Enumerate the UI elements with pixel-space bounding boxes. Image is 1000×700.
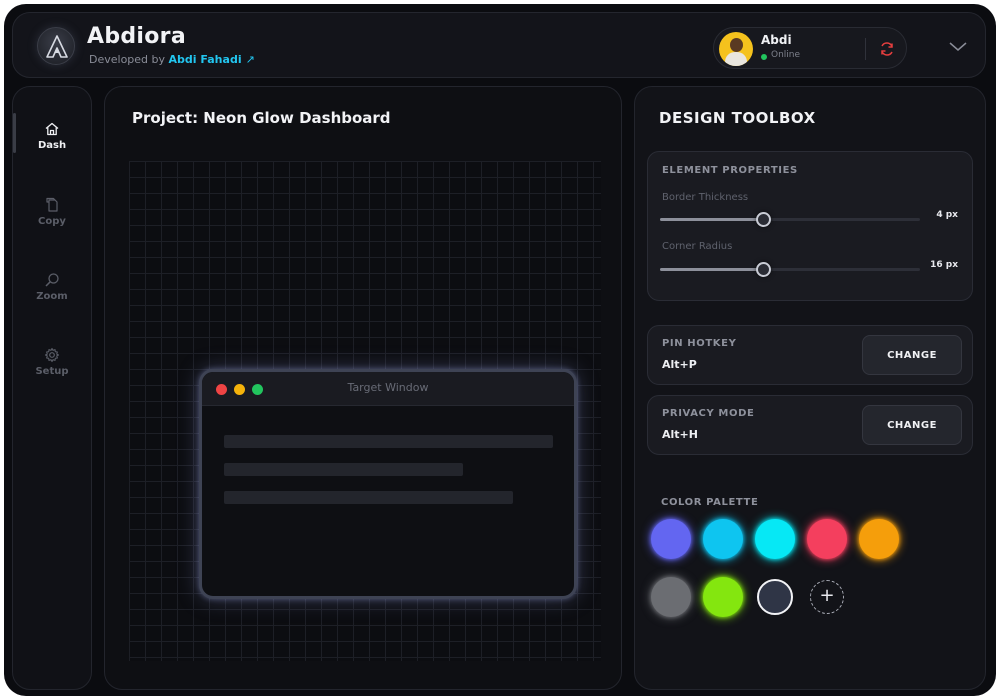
divider xyxy=(865,38,866,60)
color-swatch[interactable] xyxy=(703,519,743,559)
change-pin-hotkey-button[interactable]: CHANGE xyxy=(862,335,962,375)
privacy-hotkey-value: Alt+H xyxy=(662,428,698,441)
pin-hotkey-card: PIN HOTKEY Alt+P CHANGE xyxy=(647,325,973,385)
target-window-preview[interactable]: Target Window xyxy=(199,369,577,599)
developer-link[interactable]: Abdi Fahadi xyxy=(169,53,242,66)
border-thickness-value: 4 px xyxy=(936,210,958,220)
search-icon xyxy=(45,273,59,287)
home-icon xyxy=(45,122,59,136)
add-color-button[interactable]: + xyxy=(810,580,844,614)
card-heading: ELEMENT PROPERTIES xyxy=(662,165,798,176)
sidebar-item-label: Zoom xyxy=(36,291,68,302)
change-privacy-hotkey-button[interactable]: CHANGE xyxy=(862,405,962,445)
placeholder-line xyxy=(224,435,553,448)
sidebar-item-zoom[interactable]: Zoom xyxy=(13,272,91,322)
slider-label: Border Thickness xyxy=(662,192,749,203)
sidebar-item-label: Dash xyxy=(37,140,67,151)
element-properties-card: ELEMENT PROPERTIES Border Thickness 4 px… xyxy=(647,151,973,301)
design-canvas-grid[interactable]: Target Window xyxy=(129,161,601,661)
user-name: Abdi xyxy=(761,33,792,47)
placeholder-line xyxy=(224,491,513,504)
user-profile-pill[interactable]: Abdi Online xyxy=(713,27,907,69)
color-swatch[interactable] xyxy=(859,519,899,559)
refresh-icon[interactable] xyxy=(878,40,896,58)
color-swatch[interactable] xyxy=(651,519,691,559)
privacy-mode-card: PRIVACY MODE Alt+H CHANGE xyxy=(647,395,973,455)
avatar xyxy=(719,32,753,66)
copy-icon xyxy=(46,197,58,212)
external-link-icon[interactable]: ↗ xyxy=(246,53,255,66)
canvas-panel: Project: Neon Glow Dashboard Target Wind… xyxy=(104,86,622,690)
color-swatch[interactable] xyxy=(755,519,795,559)
slider-label: Corner Radius xyxy=(662,241,733,252)
design-toolbox-panel: DESIGN TOOLBOX ELEMENT PROPERTIES Border… xyxy=(634,86,986,690)
placeholder-line xyxy=(224,463,463,476)
developer-credit: Developed by Abdi Fahadi ↗ xyxy=(89,53,255,66)
color-swatch-selected[interactable] xyxy=(757,579,793,615)
logo-icon xyxy=(37,27,75,65)
color-swatch[interactable] xyxy=(703,577,743,617)
developer-prefix: Developed by xyxy=(89,53,169,66)
slider-fill xyxy=(660,218,764,221)
window-titlebar: Target Window xyxy=(202,372,574,406)
card-heading: PRIVACY MODE xyxy=(662,408,755,419)
top-header: Abdiora Developed by Abdi Fahadi ↗ Abdi O… xyxy=(12,12,986,78)
slider-fill xyxy=(660,268,764,271)
sidebar-item-setup[interactable]: Setup xyxy=(13,347,91,397)
window-title: Target Window xyxy=(347,381,429,394)
gear-icon xyxy=(44,347,60,363)
sidebar: Dash Copy Zoom Setup xyxy=(12,86,92,690)
corner-radius-slider[interactable] xyxy=(660,262,920,277)
pin-hotkey-value: Alt+P xyxy=(662,358,697,371)
app-window: Abdiora Developed by Abdi Fahadi ↗ Abdi O… xyxy=(4,4,996,696)
toolbox-title: DESIGN TOOLBOX xyxy=(659,109,816,127)
corner-radius-value: 16 px xyxy=(930,260,958,270)
sidebar-item-label: Setup xyxy=(35,366,69,377)
slider-thumb[interactable] xyxy=(756,262,771,277)
sidebar-item-copy[interactable]: Copy xyxy=(13,197,91,247)
card-heading: PIN HOTKEY xyxy=(662,338,737,349)
online-status-dot xyxy=(761,54,767,60)
color-swatch[interactable] xyxy=(651,577,691,617)
user-status: Online xyxy=(771,50,801,60)
chevron-down-icon[interactable] xyxy=(947,39,969,55)
color-palette-heading: COLOR PALETTE xyxy=(661,497,759,508)
sidebar-item-dash[interactable]: Dash xyxy=(13,121,91,171)
border-thickness-slider[interactable] xyxy=(660,212,920,227)
slider-thumb[interactable] xyxy=(756,212,771,227)
color-swatch[interactable] xyxy=(807,519,847,559)
app-title: Abdiora xyxy=(87,24,186,49)
project-title: Project: Neon Glow Dashboard xyxy=(132,109,391,127)
sidebar-item-label: Copy xyxy=(38,216,66,227)
